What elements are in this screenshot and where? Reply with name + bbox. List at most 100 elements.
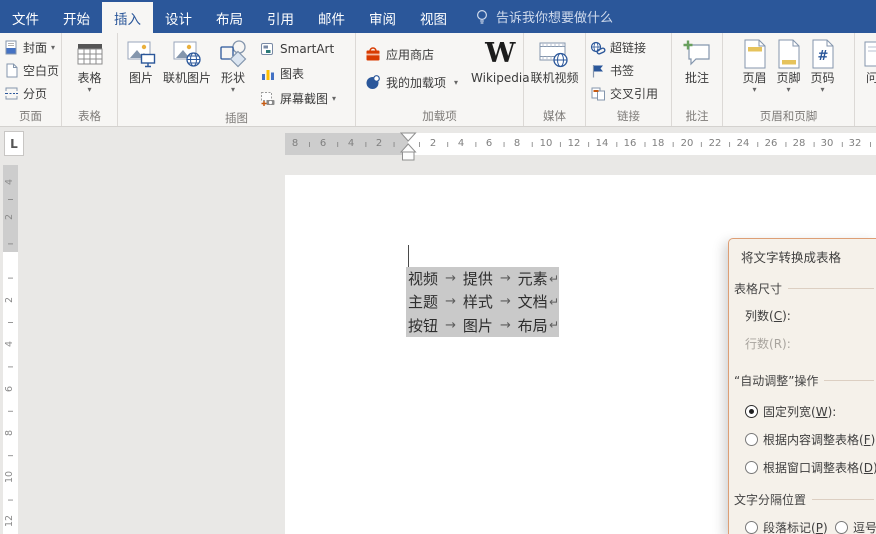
online-video-icon <box>538 36 570 71</box>
smartart-button[interactable]: SmartArt <box>256 36 338 61</box>
online-video-button[interactable]: 联机视频 <box>527 33 581 85</box>
tab-view[interactable]: 视图 <box>408 2 459 33</box>
indent-markers[interactable] <box>400 132 417 163</box>
tab-design[interactable]: 设计 <box>153 2 204 33</box>
selected-text-block[interactable]: 视频 → 提供 → 元素 ↵ 主题 → 样式 → 文档 ↵ 按钮 → 图片 → 布局 ↵ <box>406 267 559 337</box>
lightbulb-icon <box>475 9 489 25</box>
cross-reference-button[interactable]: 交叉引用 <box>586 82 662 105</box>
cover-page-icon <box>4 40 19 55</box>
group-label-media: 媒体 <box>543 109 566 123</box>
comment-icon <box>682 36 712 71</box>
cross-reference-icon <box>590 86 606 102</box>
paragraph-mark: ↵ <box>548 318 560 333</box>
dropdown-arrow-icon: ▾ <box>332 94 337 103</box>
tab-mark: → <box>445 271 457 287</box>
radio-selected-icon[interactable] <box>745 405 758 418</box>
group-table: 表格 ▾ 表格 <box>62 33 118 126</box>
group-label-header-footer: 页眉和页脚 <box>759 109 818 123</box>
tab-layout[interactable]: 布局 <box>204 2 255 33</box>
page-number-icon: # <box>809 36 837 71</box>
footer-button[interactable]: 页脚 ▾ <box>772 33 806 95</box>
footer-icon <box>775 36 803 71</box>
bookmark-button[interactable]: 书签 <box>586 59 638 82</box>
tab-mailings[interactable]: 邮件 <box>306 2 357 33</box>
radio-autofit-contents[interactable]: 根据内容调整表格(F) <box>745 431 875 448</box>
shapes-button[interactable]: 形状 ▾ <box>214 33 252 95</box>
tab-review[interactable]: 审阅 <box>357 2 408 33</box>
tab-references[interactable]: 引用 <box>255 2 306 33</box>
group-label-table: 表格 <box>78 109 101 123</box>
doc-line: 按钮 → 图片 → 布局 ↵ <box>408 316 560 335</box>
wikipedia-button[interactable]: W Wikipedia <box>468 33 533 85</box>
vertical-ruler-margin: 4 2 <box>3 165 18 252</box>
header-button[interactable]: 页眉 ▾ <box>738 33 772 95</box>
dropdown-arrow-icon: ▾ <box>752 85 757 94</box>
group-label-addins: 加载项 <box>422 109 457 123</box>
group-label-comments: 批注 <box>685 109 709 123</box>
convert-text-to-table-dialog: 将文字转换成表格 表格尺寸 列数(C): 行数(R): “自动调整”操作 固定列… <box>728 238 876 534</box>
dropdown-arrow-icon: ▾ <box>231 85 236 94</box>
page-break-button[interactable]: 分页 <box>0 82 51 105</box>
dialog-title[interactable]: 将文字转换成表格 <box>741 247 841 266</box>
dropdown-arrow-icon: ▾ <box>51 43 56 52</box>
tab-insert[interactable]: 插入 <box>102 2 153 33</box>
radio-icon[interactable] <box>745 521 758 534</box>
group-pages: 封面 ▾ 空白页 分页 页面 <box>0 33 62 126</box>
dropdown-arrow-icon: ▾ <box>786 85 791 94</box>
radio-icon[interactable] <box>745 433 758 446</box>
group-header-footer: 页眉 ▾ 页脚 ▾ # 页码 ▾ 页眉和页脚 <box>723 33 855 126</box>
radio-comma[interactable]: 逗号 <box>835 519 876 534</box>
clipped-button[interactable]: 问 <box>855 33 876 85</box>
hyperlink-icon <box>590 40 606 56</box>
group-links: 超链接 书签 交叉引用 链接 <box>586 33 672 126</box>
section-separate-text-at: 文字分隔位置 <box>734 491 874 508</box>
radio-paragraph-marks[interactable]: 段落标记(P) <box>745 519 828 534</box>
shapes-icon <box>217 36 249 71</box>
bookmark-icon <box>590 63 606 79</box>
tab-stop-selector[interactable]: L <box>4 131 24 156</box>
columns-count-label[interactable]: 列数(C): <box>745 307 791 324</box>
blank-page-icon <box>4 63 19 78</box>
dropdown-arrow-icon: ▾ <box>87 85 92 94</box>
store-button[interactable]: 应用商店 <box>360 40 438 68</box>
header-icon <box>741 36 769 71</box>
chart-button[interactable]: 图表 <box>256 61 308 86</box>
group-media: 联机视频 媒体 <box>524 33 586 126</box>
picture-button[interactable]: 图片 <box>122 33 160 85</box>
section-autofit: “自动调整”操作 <box>734 372 874 389</box>
tell-me-box[interactable]: 告诉我你想要做什么 <box>475 0 613 33</box>
tab-mark: → <box>499 271 511 287</box>
radio-autofit-window[interactable]: 根据窗口调整表格(D) <box>745 459 876 476</box>
tab-file[interactable]: 文件 <box>0 2 51 33</box>
group-addins: 应用商店 我的加载项 ▾ W Wikipedia 加载项 <box>356 33 530 126</box>
screenshot-button[interactable]: 屏幕截图 ▾ <box>256 86 340 111</box>
page-number-button[interactable]: # 页码 ▾ <box>806 33 840 95</box>
store-icon <box>364 45 382 63</box>
online-pictures-button[interactable]: 联机图片 <box>160 33 214 85</box>
table-button[interactable]: 表格 ▾ <box>72 33 108 95</box>
tab-mark: → <box>445 294 457 310</box>
my-addins-icon <box>364 73 382 91</box>
hyperlink-button[interactable]: 超链接 <box>586 36 650 59</box>
radio-fixed-column-width[interactable]: 固定列宽(W): <box>745 403 836 420</box>
group-label-links: 链接 <box>617 109 640 123</box>
comment-button[interactable]: 批注 <box>679 33 715 85</box>
smartart-icon <box>260 41 276 57</box>
blank-page-button[interactable]: 空白页 <box>0 59 63 82</box>
tab-home[interactable]: 开始 <box>51 2 102 33</box>
group-label-illustrations: 插图 <box>225 111 248 125</box>
doc-line: 视频 → 提供 → 元素 ↵ <box>408 270 560 289</box>
picture-icon <box>125 36 157 71</box>
radio-icon[interactable] <box>835 521 848 534</box>
group-illustrations: 图片 联机图片 形状 ▾ SmartArt 图表 屏幕截图 ▾ 插图 <box>118 33 356 126</box>
horizontal-ruler: 8 6 4 2 2 4 6 8 10 12 14 16 18 20 22 24 … <box>285 133 876 155</box>
table-icon <box>75 36 105 71</box>
my-addins-button[interactable]: 我的加载项 ▾ <box>360 68 462 96</box>
radio-icon[interactable] <box>745 461 758 474</box>
cover-page-button[interactable]: 封面 ▾ <box>0 36 59 59</box>
tab-mark: → <box>499 294 511 310</box>
ribbon: 封面 ▾ 空白页 分页 页面 表格 ▾ 表格 图片 联机图片 形状 ▾ Smar… <box>0 33 876 127</box>
group-text-partial: 问 <box>855 33 876 126</box>
screenshot-icon <box>260 91 276 107</box>
svg-text:#: # <box>817 49 828 64</box>
